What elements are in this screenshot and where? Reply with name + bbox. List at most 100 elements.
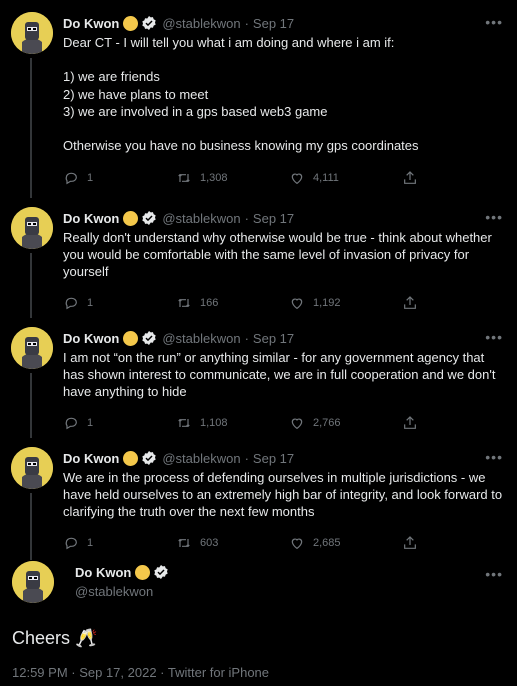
like-count: 2,685 xyxy=(313,536,341,549)
action-bar: 1 166 1,192 xyxy=(63,291,505,315)
retweet-count: 1,108 xyxy=(200,416,228,429)
thread-line xyxy=(30,253,32,318)
action-bar: 1 1,108 2,766 xyxy=(63,411,505,435)
share-icon xyxy=(404,171,416,185)
reply-count: 1 xyxy=(87,296,94,309)
retweet-icon xyxy=(178,174,190,183)
reply-count: 1 xyxy=(87,536,94,549)
more-options-icon[interactable]: ••• xyxy=(485,14,503,30)
like-button[interactable]: 4,111 xyxy=(289,170,402,186)
action-bar: 1 603 2,685 xyxy=(63,531,505,555)
author-handle[interactable]: @stablekwon xyxy=(162,211,240,226)
retweet-button[interactable]: 1,308 xyxy=(176,170,289,186)
retweet-button[interactable]: 166 xyxy=(176,295,289,311)
author-handle[interactable]: @stablekwon xyxy=(162,451,240,466)
tweet[interactable]: ••• Do Kwon @stablekwon · Sep 17 We are … xyxy=(0,435,517,560)
reply-button[interactable]: 1 xyxy=(63,535,176,551)
reply-button[interactable]: 1 xyxy=(63,415,176,431)
share-icon xyxy=(404,535,416,549)
like-button[interactable]: 2,766 xyxy=(289,415,402,431)
retweet-button[interactable]: 1,108 xyxy=(176,415,289,431)
author-handle[interactable]: @stablekwon xyxy=(75,584,505,599)
more-options-icon[interactable]: ••• xyxy=(485,449,503,465)
separator-dot: · xyxy=(244,450,249,466)
share-button[interactable] xyxy=(402,295,422,311)
tweet[interactable]: ••• Do Kwon @stablekwon · Sep 17 I am no… xyxy=(0,315,517,438)
retweet-button[interactable]: 603 xyxy=(176,535,289,551)
like-button[interactable]: 1,192 xyxy=(289,295,402,311)
tweet-date[interactable]: Sep 17 xyxy=(253,16,294,31)
share-icon xyxy=(404,295,416,309)
author-handle[interactable]: @stablekwon xyxy=(162,331,240,346)
gold-circle-icon xyxy=(123,330,139,346)
tweet[interactable]: ••• Do Kwon @stablekwon · Sep 17 Dear CT… xyxy=(0,0,517,198)
tweet-timestamp[interactable]: 12:59 PM · Sep 17, 2022 · Twitter for iP… xyxy=(12,665,505,680)
author-name[interactable]: Do Kwon xyxy=(63,331,119,346)
retweet-count: 1,308 xyxy=(200,172,228,185)
author-name[interactable]: Do Kwon xyxy=(63,451,119,466)
gold-circle-icon xyxy=(123,450,139,466)
author-name[interactable]: Do Kwon xyxy=(63,211,119,226)
share-button[interactable] xyxy=(402,170,422,186)
tweet-text: I am not “on the run” or anything simila… xyxy=(63,350,500,400)
share-button[interactable] xyxy=(402,535,422,551)
tweet-date[interactable]: Sep 17 xyxy=(253,211,294,226)
gold-circle-icon xyxy=(123,210,139,226)
thread-line xyxy=(30,493,32,560)
verified-badge-icon xyxy=(142,451,156,465)
like-count: 1,192 xyxy=(313,296,341,309)
avatar[interactable] xyxy=(11,447,53,489)
tweet-text: Dear CT - I will tell you what i am doin… xyxy=(63,35,419,154)
tweet-header: Do Kwon @stablekwon · Sep 17 xyxy=(63,328,505,348)
author-name[interactable]: Do Kwon xyxy=(75,565,131,580)
separator-dot: · xyxy=(244,15,249,31)
heart-icon xyxy=(291,418,303,429)
like-count: 4,111 xyxy=(313,172,339,185)
tweet-text: Cheers 🥂 xyxy=(12,628,98,648)
main-tweet-header: Do Kwon @stablekwon ••• xyxy=(12,556,505,606)
retweet-count: 166 xyxy=(200,296,219,309)
action-bar: 1 1,308 4,111 xyxy=(63,166,505,190)
author-name[interactable]: Do Kwon xyxy=(63,16,119,31)
more-options-icon[interactable]: ••• xyxy=(485,209,503,225)
verified-badge-icon xyxy=(142,331,156,345)
tweet-header: Do Kwon @stablekwon · Sep 17 xyxy=(63,448,505,468)
author-handle[interactable]: @stablekwon xyxy=(162,16,240,31)
reply-icon xyxy=(65,537,77,550)
reply-count: 1 xyxy=(87,172,94,185)
more-options-icon[interactable]: ••• xyxy=(485,566,503,582)
like-count: 2,766 xyxy=(313,416,341,429)
author-name-row: Do Kwon xyxy=(75,556,505,580)
more-options-icon[interactable]: ••• xyxy=(485,329,503,345)
tweet-header: Do Kwon @stablekwon · Sep 17 xyxy=(63,208,505,228)
retweet-count: 603 xyxy=(200,536,219,549)
tweet[interactable]: ••• Do Kwon @stablekwon · Sep 17 Really … xyxy=(0,195,517,318)
retweet-icon xyxy=(178,538,190,547)
avatar[interactable] xyxy=(11,327,53,369)
heart-icon xyxy=(291,298,303,309)
retweet-icon xyxy=(178,298,190,307)
like-button[interactable]: 2,685 xyxy=(289,535,402,551)
tweet-date[interactable]: Sep 17 xyxy=(253,451,294,466)
reply-icon xyxy=(65,297,77,310)
share-button[interactable] xyxy=(402,415,422,431)
avatar[interactable] xyxy=(11,12,53,54)
reply-icon xyxy=(65,173,77,185)
tweet-text: Really don't understand why otherwise wo… xyxy=(63,230,496,280)
thread-line xyxy=(30,373,32,438)
gold-circle-icon xyxy=(123,15,139,31)
avatar[interactable] xyxy=(11,207,53,249)
thread-line xyxy=(30,58,32,198)
reply-button[interactable]: 1 xyxy=(63,295,176,311)
verified-badge-icon xyxy=(142,211,156,225)
reply-button[interactable]: 1 xyxy=(63,170,176,186)
avatar[interactable] xyxy=(12,561,54,603)
verified-badge-icon xyxy=(142,16,156,30)
retweet-icon xyxy=(178,418,190,427)
main-tweet[interactable]: Do Kwon @stablekwon ••• Cheers 🥂 12:59 P… xyxy=(0,556,517,686)
tweet-date[interactable]: Sep 17 xyxy=(253,331,294,346)
share-icon xyxy=(404,415,416,429)
separator-dot: · xyxy=(244,210,249,226)
heart-icon xyxy=(291,173,303,185)
tweet-text: We are in the process of defending ourse… xyxy=(63,470,506,520)
